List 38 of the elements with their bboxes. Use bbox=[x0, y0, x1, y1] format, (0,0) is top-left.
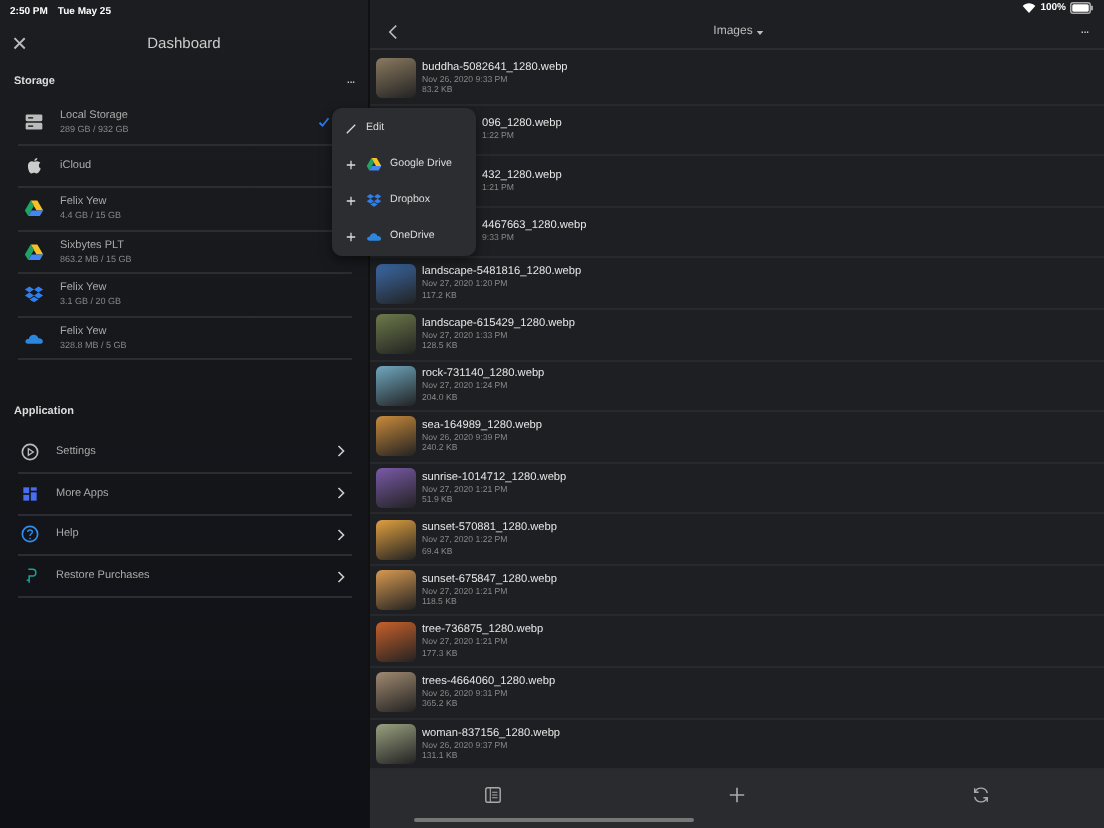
battery-icon bbox=[1070, 2, 1094, 15]
plus-icon bbox=[344, 157, 358, 171]
settings-icon bbox=[20, 441, 40, 462]
chevron-right-icon bbox=[336, 486, 346, 501]
photo-placeholder bbox=[376, 263, 416, 304]
grid-icon bbox=[20, 483, 40, 504]
dropbox-icon bbox=[366, 192, 382, 208]
chevron-right-icon bbox=[336, 444, 346, 459]
plus-icon bbox=[344, 193, 358, 207]
photo-placeholder bbox=[376, 468, 416, 508]
caret-icon bbox=[756, 29, 765, 36]
photo-placeholder bbox=[376, 416, 416, 457]
dropbox-icon bbox=[24, 284, 44, 305]
apple-icon bbox=[24, 155, 44, 176]
back-icon[interactable] bbox=[388, 24, 398, 41]
pencil-icon bbox=[344, 121, 358, 135]
drive-triangle-icon bbox=[366, 156, 382, 172]
drive-triangle-icon bbox=[24, 198, 44, 219]
hard-drive-icon bbox=[24, 112, 44, 133]
list-icon[interactable] bbox=[483, 786, 502, 805]
plus-icon bbox=[344, 229, 358, 243]
plus-icon[interactable] bbox=[727, 786, 746, 805]
photo-placeholder bbox=[376, 58, 416, 99]
cloud-icon bbox=[366, 228, 382, 244]
photo-placeholder bbox=[376, 314, 416, 355]
photo-placeholder bbox=[376, 672, 416, 713]
wifi-icon bbox=[1022, 2, 1037, 15]
refresh-icon[interactable] bbox=[972, 786, 991, 805]
drive-triangle-icon bbox=[24, 241, 44, 262]
photo-placeholder bbox=[376, 519, 416, 560]
chevron-right-icon bbox=[336, 569, 346, 584]
photo-placeholder bbox=[376, 723, 416, 764]
close-button[interactable]: × bbox=[12, 29, 28, 55]
help-icon bbox=[20, 524, 40, 545]
photo-placeholder bbox=[376, 365, 416, 406]
chevron-right-icon bbox=[336, 527, 346, 542]
photo-placeholder bbox=[376, 570, 416, 611]
photo-placeholder bbox=[376, 621, 416, 662]
